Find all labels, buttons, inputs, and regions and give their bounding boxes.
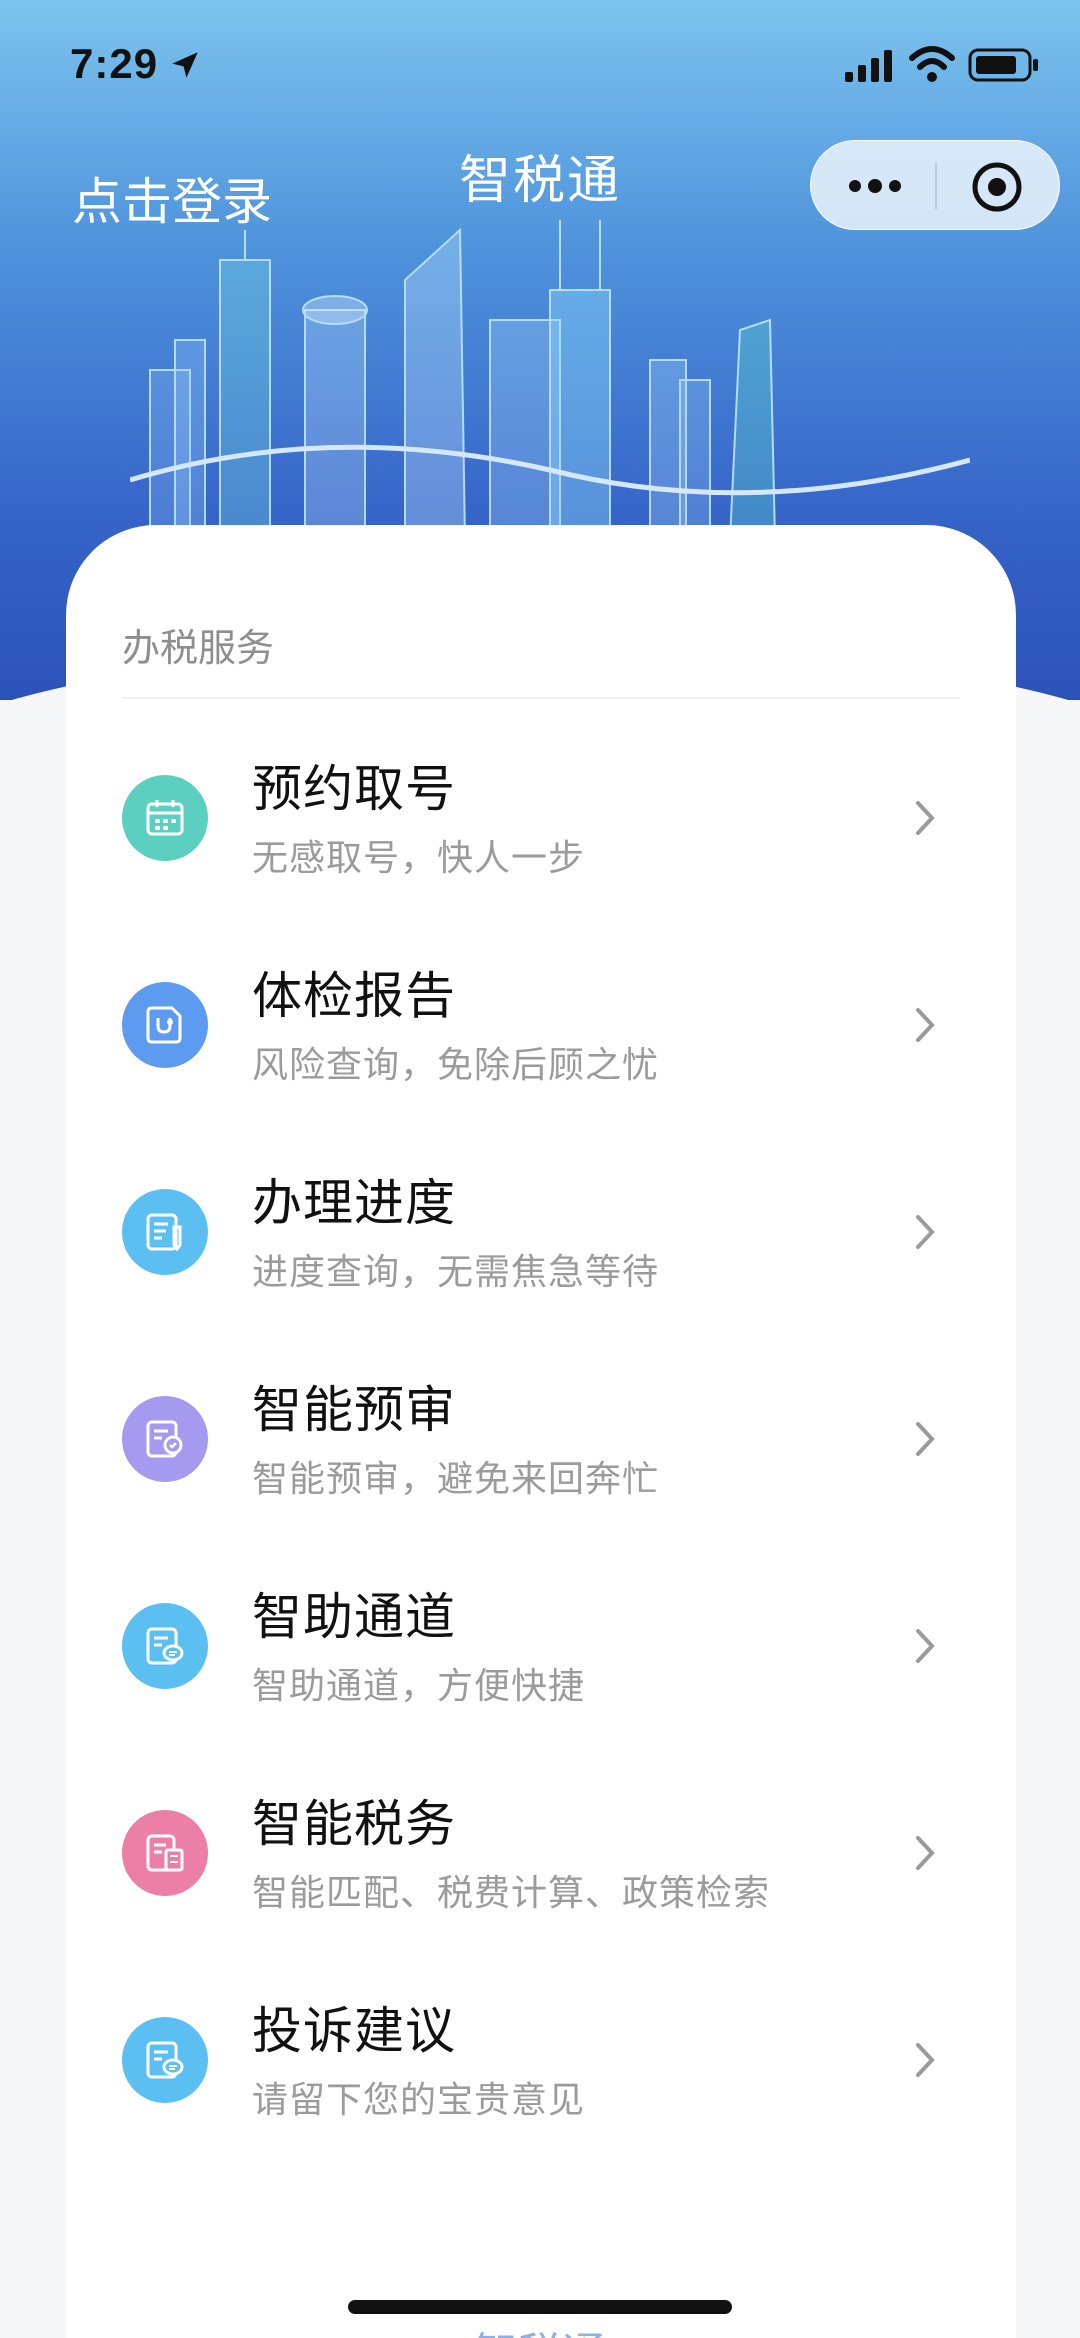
chevron-right-icon bbox=[916, 2043, 935, 2077]
home-indicator[interactable] bbox=[348, 2300, 732, 2314]
chevron-right-icon bbox=[916, 1215, 935, 1249]
service-item-feedback[interactable]: 投诉建议 请留下您的宝贵意见 bbox=[66, 1957, 1016, 2164]
service-item-smart-tax[interactable]: 智能税务 智能匹配、税费计算、政策检索 bbox=[66, 1750, 1016, 1957]
feedback-doc-icon bbox=[122, 2017, 208, 2103]
services-card: 办税服务 预约取号 无感取号，快人一步 体检报告 风险查询，免除后顾之忧 办理进… bbox=[66, 525, 1016, 2338]
status-time: 7:29 bbox=[70, 40, 159, 87]
progress-doc-icon bbox=[122, 1189, 208, 1275]
service-title: 智能预审 bbox=[252, 1381, 456, 1439]
chat-doc-icon bbox=[122, 1603, 208, 1689]
service-subtitle: 进度查询，无需焦急等待 bbox=[252, 1252, 660, 1293]
service-subtitle: 智助通道，方便快捷 bbox=[252, 1666, 586, 1707]
service-title: 智能税务 bbox=[252, 1795, 456, 1853]
city-skyline-illustration bbox=[130, 220, 970, 540]
status-bar: 7:29 bbox=[0, 0, 1080, 130]
miniprogram-capsule bbox=[810, 140, 1060, 230]
service-item-progress[interactable]: 办理进度 进度查询，无需焦急等待 bbox=[66, 1129, 1016, 1336]
battery-icon bbox=[968, 48, 1038, 82]
bottom-tab-label[interactable]: 智税通 bbox=[0, 2318, 1080, 2338]
review-doc-icon bbox=[122, 1396, 208, 1482]
service-title: 投诉建议 bbox=[252, 2002, 456, 2060]
chevron-right-icon bbox=[916, 1836, 935, 1870]
service-subtitle: 无感取号，快人一步 bbox=[252, 838, 586, 879]
service-title: 办理进度 bbox=[252, 1174, 456, 1232]
service-item-pre-review[interactable]: 智能预审 智能预审，避免来回奔忙 bbox=[66, 1336, 1016, 1543]
close-target-icon[interactable] bbox=[969, 159, 1025, 215]
service-list: 预约取号 无感取号，快人一步 体检报告 风险查询，免除后顾之忧 办理进度 进度查… bbox=[66, 715, 1016, 2164]
cellular-signal-icon bbox=[845, 50, 892, 82]
chevron-right-icon bbox=[916, 801, 935, 835]
section-divider bbox=[122, 697, 960, 699]
service-title: 体检报告 bbox=[252, 967, 456, 1025]
service-subtitle: 请留下您的宝贵意见 bbox=[252, 2080, 586, 2121]
section-title: 办税服务 bbox=[122, 626, 275, 670]
calendar-icon bbox=[122, 775, 208, 861]
chevron-right-icon bbox=[916, 1008, 935, 1042]
service-title: 智助通道 bbox=[252, 1588, 456, 1646]
service-subtitle: 智能匹配、税费计算、政策检索 bbox=[252, 1873, 771, 1914]
tax-doc-icon bbox=[122, 1810, 208, 1896]
service-item-appointment[interactable]: 预约取号 无感取号，快人一步 bbox=[66, 715, 1016, 922]
chevron-right-icon bbox=[916, 1629, 935, 1663]
report-icon bbox=[122, 982, 208, 1068]
location-arrow-icon bbox=[172, 52, 198, 78]
chevron-right-icon bbox=[916, 1422, 935, 1456]
service-subtitle: 风险查询，免除后顾之忧 bbox=[252, 1045, 660, 1086]
more-dots-icon[interactable] bbox=[845, 171, 905, 201]
service-item-assist-channel[interactable]: 智助通道 智助通道，方便快捷 bbox=[66, 1543, 1016, 1750]
service-title: 预约取号 bbox=[252, 760, 456, 818]
wifi-icon bbox=[909, 46, 955, 82]
capsule-divider bbox=[935, 163, 937, 209]
service-item-health-report[interactable]: 体检报告 风险查询，免除后顾之忧 bbox=[66, 922, 1016, 1129]
service-subtitle: 智能预审，避免来回奔忙 bbox=[252, 1459, 660, 1500]
